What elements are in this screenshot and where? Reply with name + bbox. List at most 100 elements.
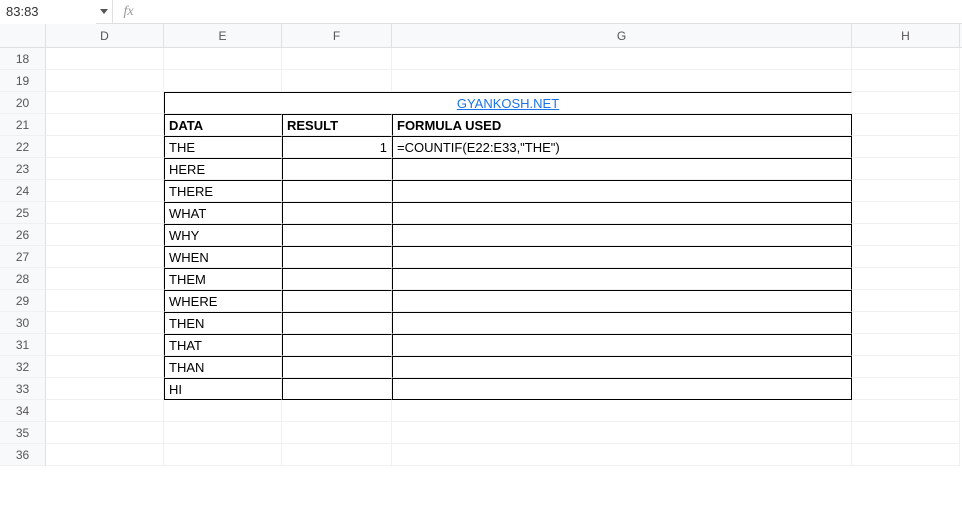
col-header-H[interactable]: H: [852, 24, 960, 47]
formula-input[interactable]: [144, 0, 962, 23]
row-header[interactable]: 25: [0, 202, 46, 224]
cell[interactable]: THEN: [164, 312, 282, 334]
row-header[interactable]: 26: [0, 224, 46, 246]
row-header[interactable]: 19: [0, 70, 46, 92]
row-header[interactable]: 33: [0, 378, 46, 400]
cell[interactable]: [392, 224, 852, 246]
cell[interactable]: [46, 400, 164, 422]
row-header[interactable]: 35: [0, 422, 46, 444]
cell[interactable]: [852, 422, 960, 444]
cell[interactable]: [46, 334, 164, 356]
cell[interactable]: [46, 268, 164, 290]
cell[interactable]: [282, 400, 392, 422]
cell[interactable]: WHAT: [164, 202, 282, 224]
cell[interactable]: [852, 378, 960, 400]
cell[interactable]: [852, 444, 960, 466]
cell[interactable]: [392, 400, 852, 422]
cell[interactable]: WHY: [164, 224, 282, 246]
cell[interactable]: [852, 334, 960, 356]
cell[interactable]: [282, 356, 392, 378]
cell[interactable]: [392, 48, 852, 70]
row-header[interactable]: 24: [0, 180, 46, 202]
cell[interactable]: [282, 48, 392, 70]
cell[interactable]: [852, 92, 960, 114]
cell[interactable]: [46, 422, 164, 444]
cell[interactable]: [392, 70, 852, 92]
cell[interactable]: [852, 356, 960, 378]
cell[interactable]: [46, 246, 164, 268]
cell[interactable]: [46, 224, 164, 246]
cell[interactable]: [392, 312, 852, 334]
cell[interactable]: WHERE: [164, 290, 282, 312]
cell[interactable]: FORMULA USED: [392, 114, 852, 136]
cell[interactable]: [392, 246, 852, 268]
row-header[interactable]: 34: [0, 400, 46, 422]
cell[interactable]: [282, 70, 392, 92]
cell[interactable]: THERE: [164, 180, 282, 202]
row-header[interactable]: 36: [0, 444, 46, 466]
cell[interactable]: [392, 356, 852, 378]
name-box-dropdown[interactable]: [96, 9, 112, 14]
row-header[interactable]: 30: [0, 312, 46, 334]
cell[interactable]: [392, 334, 852, 356]
row-header[interactable]: 31: [0, 334, 46, 356]
cell[interactable]: [852, 180, 960, 202]
cell[interactable]: [852, 268, 960, 290]
cell[interactable]: [852, 290, 960, 312]
cell[interactable]: [164, 400, 282, 422]
row-header[interactable]: 20: [0, 92, 46, 114]
cell[interactable]: [282, 312, 392, 334]
cell[interactable]: [392, 378, 852, 400]
cell[interactable]: [282, 444, 392, 466]
cell[interactable]: [164, 70, 282, 92]
cell[interactable]: [46, 180, 164, 202]
cell[interactable]: =COUNTIF(E22:E33,"THE"): [392, 136, 852, 158]
cell[interactable]: [282, 202, 392, 224]
cell[interactable]: WHEN: [164, 246, 282, 268]
cell[interactable]: [164, 48, 282, 70]
row-header[interactable]: 22: [0, 136, 46, 158]
row-header[interactable]: 32: [0, 356, 46, 378]
cell[interactable]: [46, 114, 164, 136]
cell[interactable]: DATA: [164, 114, 282, 136]
cell[interactable]: [392, 444, 852, 466]
cell[interactable]: RESULT: [282, 114, 392, 136]
cell[interactable]: [282, 290, 392, 312]
cell[interactable]: [392, 202, 852, 224]
cell[interactable]: [46, 48, 164, 70]
cell[interactable]: [282, 422, 392, 444]
name-box[interactable]: [0, 0, 96, 24]
cell[interactable]: THAN: [164, 356, 282, 378]
cell[interactable]: [282, 378, 392, 400]
col-header-D[interactable]: D: [46, 24, 164, 47]
cell[interactable]: [852, 136, 960, 158]
cell[interactable]: HERE: [164, 158, 282, 180]
cell[interactable]: [392, 290, 852, 312]
cell[interactable]: THEM: [164, 268, 282, 290]
cell[interactable]: [852, 158, 960, 180]
row-header[interactable]: 28: [0, 268, 46, 290]
cell[interactable]: [282, 268, 392, 290]
cell[interactable]: [164, 444, 282, 466]
cell[interactable]: [46, 136, 164, 158]
cell[interactable]: [852, 114, 960, 136]
cell[interactable]: [392, 180, 852, 202]
cell[interactable]: [392, 268, 852, 290]
cell[interactable]: [46, 290, 164, 312]
cell[interactable]: [852, 400, 960, 422]
col-header-G[interactable]: G: [392, 24, 852, 47]
cell[interactable]: [282, 334, 392, 356]
cell[interactable]: [852, 312, 960, 334]
cell[interactable]: THAT: [164, 334, 282, 356]
cell[interactable]: [852, 202, 960, 224]
cell[interactable]: [282, 224, 392, 246]
cell[interactable]: [852, 246, 960, 268]
cell[interactable]: [46, 202, 164, 224]
cell[interactable]: [46, 158, 164, 180]
cell[interactable]: [164, 422, 282, 444]
cell[interactable]: [852, 70, 960, 92]
row-header[interactable]: 29: [0, 290, 46, 312]
cell[interactable]: [46, 92, 164, 114]
cell[interactable]: [282, 158, 392, 180]
col-header-F[interactable]: F: [282, 24, 392, 47]
